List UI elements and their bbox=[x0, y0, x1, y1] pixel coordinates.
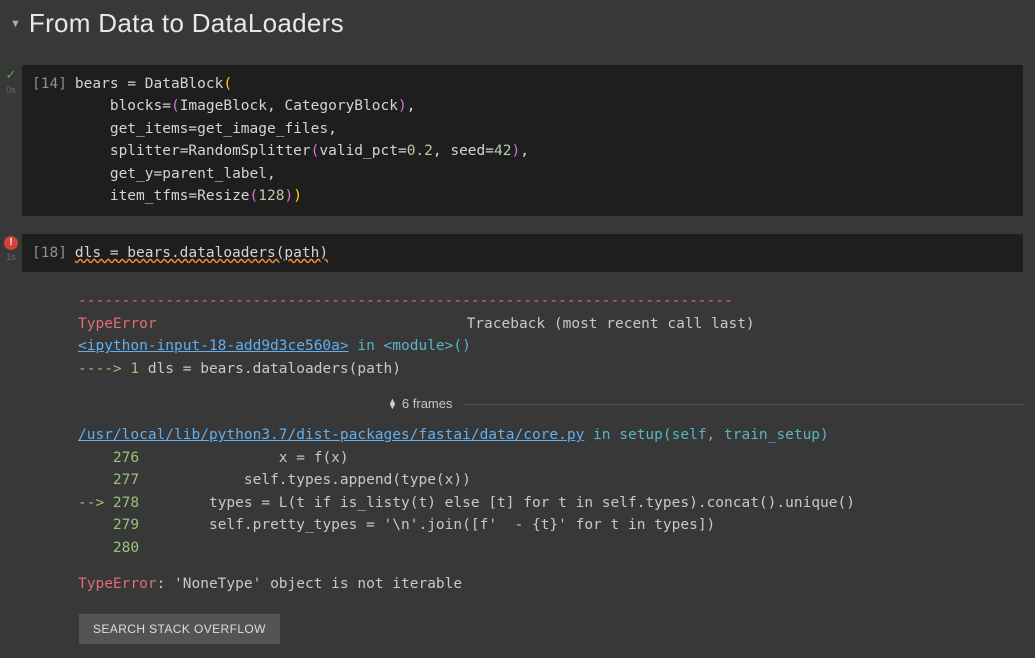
expand-frames-button[interactable]: ▲▼ 6 frames bbox=[388, 394, 453, 414]
traceback-line: --> 278 types = L(t if is_listy(t) else … bbox=[78, 492, 1025, 514]
search-stack-overflow-button[interactable]: SEARCH STACK OVERFLOW bbox=[79, 614, 280, 644]
cell-gutter: ! 1s bbox=[0, 234, 22, 262]
success-icon: ✓ bbox=[6, 67, 17, 83]
code-text: dls = bears.dataloaders(path) bbox=[75, 242, 328, 264]
code-text: bears = DataBlock( blocks=(ImageBlock, C… bbox=[75, 73, 529, 208]
code-cell-18: ! 1s [18] dls = bears.dataloaders(path) bbox=[0, 234, 1023, 272]
cell-gutter: ✓ 0s bbox=[0, 65, 22, 95]
traceback-source-lines: 276 x = f(x) 277 self.types.append(type(… bbox=[78, 447, 1025, 559]
frames-divider: ▲▼ 6 frames bbox=[78, 394, 1025, 414]
traceback-separator: ----------------------------------------… bbox=[78, 290, 1025, 312]
traceback-final: TypeError: 'NoneType' object is not iter… bbox=[78, 573, 1025, 595]
traceback-top-frame: <ipython-input-18-add9d3ce560a> in <modu… bbox=[78, 335, 1025, 357]
traceback-line: 280 bbox=[78, 537, 1025, 559]
execution-count: [18] bbox=[32, 242, 67, 264]
frames-count: 6 frames bbox=[402, 394, 453, 414]
code-input[interactable]: [18] dls = bears.dataloaders(path) bbox=[22, 234, 1023, 272]
traceback-top-line: ----> 1 dls = bears.dataloaders(path) bbox=[78, 358, 1025, 380]
traceback-line: 277 self.types.append(type(x)) bbox=[78, 469, 1025, 491]
code-cell-14: ✓ 0s [14] bears = DataBlock( blocks=(Ima… bbox=[0, 65, 1023, 216]
elapsed-time: 1s bbox=[6, 252, 16, 262]
code-input[interactable]: [14] bears = DataBlock( blocks=(ImageBlo… bbox=[22, 65, 1023, 216]
traceback-line: 279 self.pretty_types = '\n'.join([f' - … bbox=[78, 514, 1025, 536]
chevron-updown-icon: ▲▼ bbox=[388, 399, 397, 409]
cell-output: ----------------------------------------… bbox=[22, 272, 1035, 653]
error-icon: ! bbox=[4, 236, 18, 250]
ipython-input-link[interactable]: <ipython-input-18-add9d3ce560a> bbox=[78, 338, 349, 354]
execution-count: [14] bbox=[32, 73, 67, 208]
elapsed-time: 0s bbox=[6, 85, 16, 95]
section-title: From Data to DataLoaders bbox=[29, 8, 344, 39]
section-header: ▼ From Data to DataLoaders bbox=[0, 0, 1035, 47]
collapse-section-icon[interactable]: ▼ bbox=[10, 18, 21, 30]
traceback-header: TypeErrorTraceback (most recent call las… bbox=[78, 313, 1025, 335]
source-file-link[interactable]: /usr/local/lib/python3.7/dist-packages/f… bbox=[78, 427, 584, 443]
traceback-file-frame: /usr/local/lib/python3.7/dist-packages/f… bbox=[78, 424, 1025, 446]
traceback-line: 276 x = f(x) bbox=[78, 447, 1025, 469]
